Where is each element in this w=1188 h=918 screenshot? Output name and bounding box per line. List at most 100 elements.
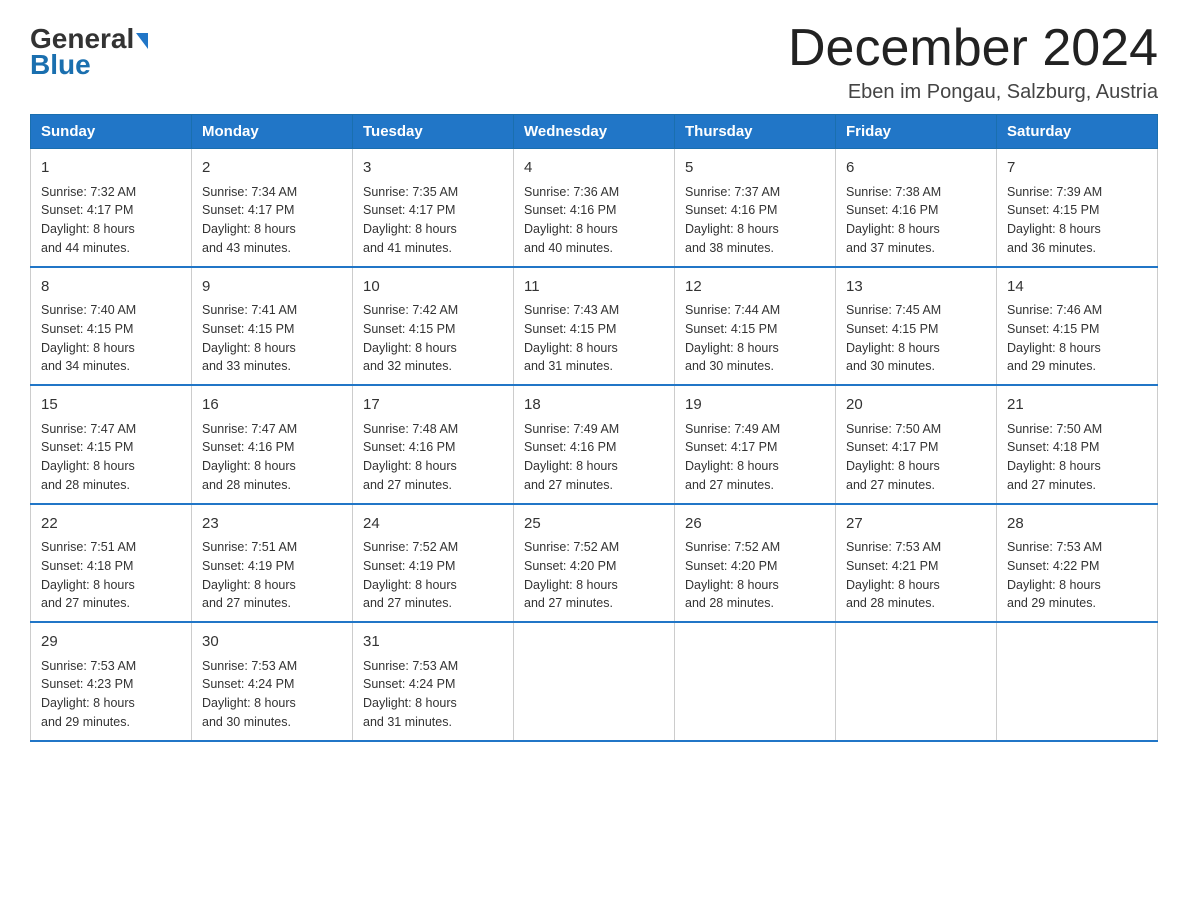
day-details: Sunrise: 7:39 AMSunset: 4:15 PMDaylight:… <box>1007 183 1147 258</box>
column-header-wednesday: Wednesday <box>514 115 675 149</box>
day-number: 19 <box>685 394 825 417</box>
calendar-cell: 2 Sunrise: 7:34 AMSunset: 4:17 PMDaylight… <box>192 149 353 267</box>
calendar-cell: 30 Sunrise: 7:53 AMSunset: 4:24 PMDayligh… <box>192 622 353 741</box>
day-number: 14 <box>1007 276 1147 299</box>
day-number: 30 <box>202 631 342 654</box>
calendar-cell: 1 Sunrise: 7:32 AMSunset: 4:17 PMDaylight… <box>31 149 192 267</box>
day-details: Sunrise: 7:51 AMSunset: 4:18 PMDaylight:… <box>41 538 181 613</box>
week-row-2: 8Sunrise: 7:40 AMSunset: 4:15 PMDaylight… <box>31 267 1158 386</box>
day-number: 23 <box>202 513 342 536</box>
day-details: Sunrise: 7:41 AMSunset: 4:15 PMDaylight:… <box>202 301 342 376</box>
calendar-cell: 12Sunrise: 7:44 AMSunset: 4:15 PMDayligh… <box>675 267 836 386</box>
calendar-cell: 19Sunrise: 7:49 AMSunset: 4:17 PMDayligh… <box>675 385 836 504</box>
day-number: 31 <box>363 631 503 654</box>
day-details: Sunrise: 7:45 AMSunset: 4:15 PMDaylight:… <box>846 301 986 376</box>
calendar-cell: 20Sunrise: 7:50 AMSunset: 4:17 PMDayligh… <box>836 385 997 504</box>
calendar-cell: 27Sunrise: 7:53 AMSunset: 4:21 PMDayligh… <box>836 504 997 623</box>
day-details: Sunrise: 7:53 AMSunset: 4:23 PMDaylight:… <box>41 657 181 732</box>
week-row-4: 22Sunrise: 7:51 AMSunset: 4:18 PMDayligh… <box>31 504 1158 623</box>
day-details: Sunrise: 7:49 AMSunset: 4:16 PMDaylight:… <box>524 420 664 495</box>
calendar-cell: 4 Sunrise: 7:36 AMSunset: 4:16 PMDaylight… <box>514 149 675 267</box>
calendar-cell: 14Sunrise: 7:46 AMSunset: 4:15 PMDayligh… <box>997 267 1158 386</box>
day-number: 9 <box>202 276 342 299</box>
day-number: 8 <box>41 276 181 299</box>
calendar-cell: 8Sunrise: 7:40 AMSunset: 4:15 PMDaylight… <box>31 267 192 386</box>
day-number: 13 <box>846 276 986 299</box>
calendar-header: SundayMondayTuesdayWednesdayThursdayFrid… <box>31 115 1158 149</box>
day-number: 25 <box>524 513 664 536</box>
day-details: Sunrise: 7:35 AMSunset: 4:17 PMDaylight:… <box>363 183 503 258</box>
day-number: 2 <box>202 157 342 180</box>
day-number: 21 <box>1007 394 1147 417</box>
calendar-cell: 16 Sunrise: 7:47 AMSunset: 4:16 PMDayligh… <box>192 385 353 504</box>
calendar-cell: 15 Sunrise: 7:47 AMSunset: 4:15 PMDayligh… <box>31 385 192 504</box>
title-block: December 2024 Eben im Pongau, Salzburg, … <box>788 20 1158 104</box>
day-number: 15 <box>41 394 181 417</box>
calendar-cell: 26Sunrise: 7:52 AMSunset: 4:20 PMDayligh… <box>675 504 836 623</box>
calendar-cell: 13Sunrise: 7:45 AMSunset: 4:15 PMDayligh… <box>836 267 997 386</box>
day-details: Sunrise: 7:46 AMSunset: 4:15 PMDaylight:… <box>1007 301 1147 376</box>
day-number: 26 <box>685 513 825 536</box>
day-details: Sunrise: 7:50 AMSunset: 4:17 PMDaylight:… <box>846 420 986 495</box>
day-number: 12 <box>685 276 825 299</box>
column-header-friday: Friday <box>836 115 997 149</box>
logo-blue: Blue <box>30 49 91 81</box>
calendar-cell <box>675 622 836 741</box>
day-details: Sunrise: 7:52 AMSunset: 4:20 PMDaylight:… <box>685 538 825 613</box>
month-title: December 2024 <box>788 20 1158 77</box>
calendar-cell: 22Sunrise: 7:51 AMSunset: 4:18 PMDayligh… <box>31 504 192 623</box>
calendar-cell: 6Sunrise: 7:38 AMSunset: 4:16 PMDaylight… <box>836 149 997 267</box>
day-details: Sunrise: 7:47 AMSunset: 4:15 PMDaylight:… <box>41 420 181 495</box>
day-number: 7 <box>1007 157 1147 180</box>
day-details: Sunrise: 7:52 AMSunset: 4:20 PMDaylight:… <box>524 538 664 613</box>
calendar-body: 1 Sunrise: 7:32 AMSunset: 4:17 PMDaylight… <box>31 149 1158 741</box>
calendar-cell: 17 Sunrise: 7:48 AMSunset: 4:16 PMDayligh… <box>353 385 514 504</box>
day-number: 4 <box>524 157 664 180</box>
day-details: Sunrise: 7:52 AMSunset: 4:19 PMDaylight:… <box>363 538 503 613</box>
day-details: Sunrise: 7:50 AMSunset: 4:18 PMDaylight:… <box>1007 420 1147 495</box>
day-details: Sunrise: 7:43 AMSunset: 4:15 PMDaylight:… <box>524 301 664 376</box>
calendar-cell: 10Sunrise: 7:42 AMSunset: 4:15 PMDayligh… <box>353 267 514 386</box>
day-details: Sunrise: 7:40 AMSunset: 4:15 PMDaylight:… <box>41 301 181 376</box>
calendar-cell: 3 Sunrise: 7:35 AMSunset: 4:17 PMDaylight… <box>353 149 514 267</box>
calendar-cell: 7 Sunrise: 7:39 AMSunset: 4:15 PMDaylight… <box>997 149 1158 267</box>
week-row-1: 1 Sunrise: 7:32 AMSunset: 4:17 PMDaylight… <box>31 149 1158 267</box>
day-details: Sunrise: 7:53 AMSunset: 4:22 PMDaylight:… <box>1007 538 1147 613</box>
day-details: Sunrise: 7:53 AMSunset: 4:24 PMDaylight:… <box>363 657 503 732</box>
calendar-cell: 18 Sunrise: 7:49 AMSunset: 4:16 PMDayligh… <box>514 385 675 504</box>
day-details: Sunrise: 7:37 AMSunset: 4:16 PMDaylight:… <box>685 183 825 258</box>
day-number: 3 <box>363 157 503 180</box>
column-header-saturday: Saturday <box>997 115 1158 149</box>
day-number: 22 <box>41 513 181 536</box>
logo: General Blue <box>30 20 148 81</box>
calendar-cell: 23Sunrise: 7:51 AMSunset: 4:19 PMDayligh… <box>192 504 353 623</box>
calendar-table: SundayMondayTuesdayWednesdayThursdayFrid… <box>30 114 1158 742</box>
calendar-cell: 29 Sunrise: 7:53 AMSunset: 4:23 PMDayligh… <box>31 622 192 741</box>
day-details: Sunrise: 7:48 AMSunset: 4:16 PMDaylight:… <box>363 420 503 495</box>
day-details: Sunrise: 7:34 AMSunset: 4:17 PMDaylight:… <box>202 183 342 258</box>
day-number: 10 <box>363 276 503 299</box>
day-details: Sunrise: 7:53 AMSunset: 4:24 PMDaylight:… <box>202 657 342 732</box>
column-header-sunday: Sunday <box>31 115 192 149</box>
week-row-3: 15 Sunrise: 7:47 AMSunset: 4:15 PMDayligh… <box>31 385 1158 504</box>
calendar-cell: 24Sunrise: 7:52 AMSunset: 4:19 PMDayligh… <box>353 504 514 623</box>
day-number: 17 <box>363 394 503 417</box>
day-details: Sunrise: 7:32 AMSunset: 4:17 PMDaylight:… <box>41 183 181 258</box>
day-number: 16 <box>202 394 342 417</box>
day-details: Sunrise: 7:44 AMSunset: 4:15 PMDaylight:… <box>685 301 825 376</box>
calendar-cell: 28Sunrise: 7:53 AMSunset: 4:22 PMDayligh… <box>997 504 1158 623</box>
week-row-5: 29 Sunrise: 7:53 AMSunset: 4:23 PMDayligh… <box>31 622 1158 741</box>
day-number: 24 <box>363 513 503 536</box>
day-number: 28 <box>1007 513 1147 536</box>
calendar-cell <box>997 622 1158 741</box>
day-number: 5 <box>685 157 825 180</box>
day-details: Sunrise: 7:36 AMSunset: 4:16 PMDaylight:… <box>524 183 664 258</box>
day-number: 29 <box>41 631 181 654</box>
calendar-cell: 5 Sunrise: 7:37 AMSunset: 4:16 PMDaylight… <box>675 149 836 267</box>
day-number: 11 <box>524 276 664 299</box>
day-number: 1 <box>41 157 181 180</box>
day-details: Sunrise: 7:47 AMSunset: 4:16 PMDaylight:… <box>202 420 342 495</box>
day-number: 18 <box>524 394 664 417</box>
day-details: Sunrise: 7:42 AMSunset: 4:15 PMDaylight:… <box>363 301 503 376</box>
location: Eben im Pongau, Salzburg, Austria <box>788 81 1158 104</box>
